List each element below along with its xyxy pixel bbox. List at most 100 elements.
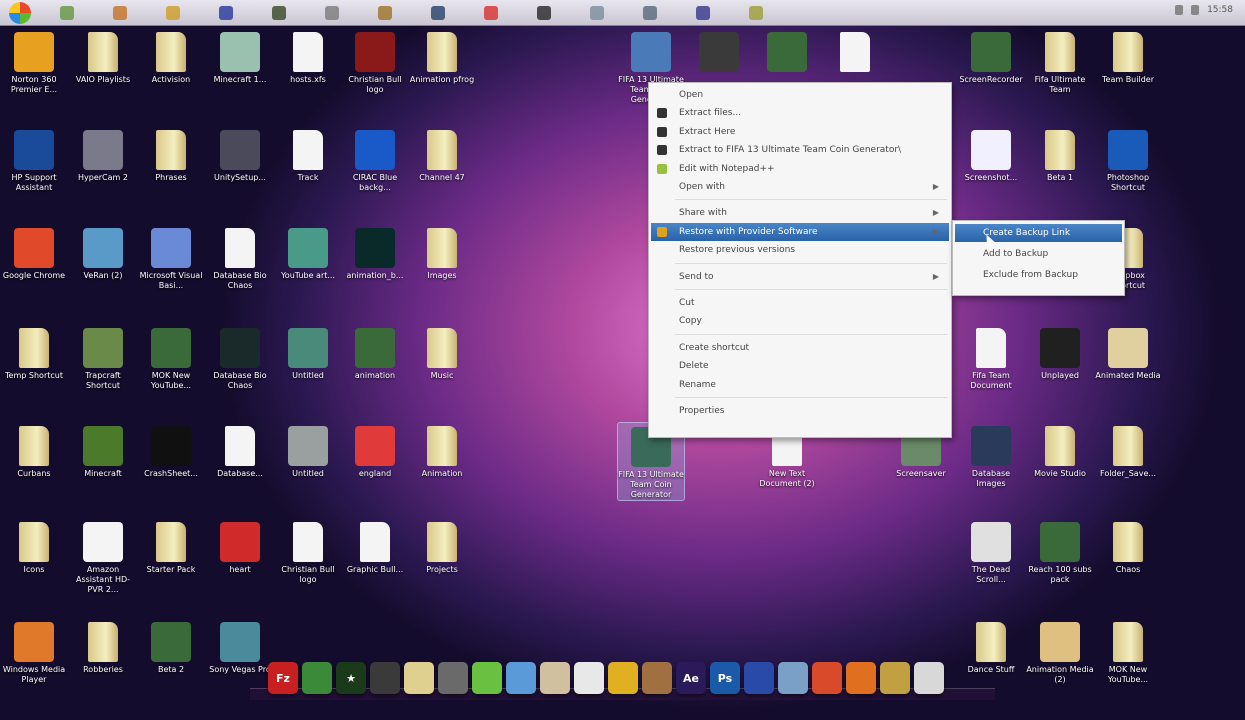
desktop-icon[interactable]: Movie Studio <box>1026 426 1094 479</box>
context-menu-item[interactable]: Restore with Provider Software ▶ <box>651 222 949 241</box>
desktop-icon[interactable]: Screenshot... <box>957 130 1025 183</box>
desktop-icon[interactable]: Temp Shortcut <box>0 328 68 381</box>
submenu-item[interactable]: Exclude from Backup <box>955 266 1122 284</box>
context-menu-item[interactable]: Extract files... <box>651 104 949 122</box>
desktop-icon[interactable]: VAIO Playlists <box>69 32 137 85</box>
dock-photoshop-icon[interactable]: Ps <box>710 662 740 694</box>
dock-trash-icon[interactable] <box>914 662 944 694</box>
context-menu-item[interactable]: Cut <box>651 294 949 312</box>
desktop-icon[interactable]: england <box>341 426 409 479</box>
taskbar-app-icon[interactable] <box>484 5 498 20</box>
desktop-icon[interactable]: Starter Pack <box>137 522 205 575</box>
context-menu-item[interactable]: Open <box>651 86 949 104</box>
desktop-icon[interactable]: The Dead Scroll... <box>957 522 1025 585</box>
desktop-icon[interactable]: Music <box>408 328 476 381</box>
desktop-icon[interactable]: Untitled <box>274 328 342 381</box>
desktop-icon[interactable]: MOK New YouTube... <box>1094 622 1162 685</box>
desktop-icon[interactable]: Track <box>274 130 342 183</box>
dock-safari-icon[interactable] <box>574 662 604 694</box>
taskbar-app-icon[interactable] <box>378 5 392 20</box>
desktop-icon[interactable]: Fifa Team Document <box>957 328 1025 391</box>
taskbar-app-icon[interactable] <box>60 5 74 20</box>
desktop-icon[interactable]: Unplayed <box>1026 328 1094 381</box>
dock-after-effects-icon[interactable]: Ae <box>676 662 706 694</box>
dock-app-yellow-icon[interactable] <box>608 662 638 694</box>
desktop-icon[interactable]: Database Bio Chaos <box>206 228 274 291</box>
dock-folder-icon[interactable] <box>404 662 434 694</box>
desktop-icon[interactable]: Beta 1 <box>1026 130 1094 183</box>
desktop-icon[interactable]: Windows Media Player <box>0 622 68 685</box>
clock[interactable]: 15:58 <box>1207 5 1233 15</box>
desktop-icon[interactable]: Team Builder <box>1094 32 1162 85</box>
desktop-icon[interactable]: Christian Bull logo <box>341 32 409 95</box>
desktop-icon[interactable]: Christian Bull logo <box>274 522 342 585</box>
context-menu-item[interactable]: Extract to FIFA 13 Ultimate Team Coin Ge… <box>651 141 949 159</box>
desktop-icon[interactable]: Beta 2 <box>137 622 205 675</box>
desktop-icon[interactable]: Untitled <box>274 426 342 479</box>
dock-app-tools-icon[interactable] <box>880 662 910 694</box>
context-menu-item[interactable]: Share with ▶ <box>651 204 949 222</box>
start-button[interactable] <box>0 0 40 26</box>
context-menu-item[interactable]: Send to ▶ <box>651 268 949 286</box>
desktop-icon[interactable]: Animation Media (2) <box>1026 622 1094 685</box>
taskbar-app-icon[interactable] <box>325 5 339 20</box>
desktop-icon[interactable]: UnitySetup... <box>206 130 274 183</box>
desktop-icon[interactable]: Phrases <box>137 130 205 183</box>
context-menu-item[interactable]: Restore previous versions <box>651 241 949 259</box>
taskbar-app-icon[interactable] <box>590 5 604 20</box>
dock-app-globe-icon[interactable] <box>744 662 774 694</box>
desktop-icon[interactable]: Minecraft 1... <box>206 32 274 85</box>
taskbar-app-icon[interactable] <box>749 5 763 20</box>
taskbar-app-icon[interactable] <box>643 5 657 20</box>
volume-icon[interactable] <box>1175 5 1184 15</box>
desktop-icon[interactable]: Graphic Bull... <box>341 522 409 575</box>
dock-app-blue-icon[interactable] <box>506 662 536 694</box>
desktop-icon[interactable]: Robberies <box>69 622 137 675</box>
dock-app-gray-icon[interactable] <box>438 662 468 694</box>
desktop-icon[interactable]: Animation <box>408 426 476 479</box>
dock-app-green-icon[interactable] <box>302 662 332 694</box>
desktop-icon[interactable]: Chaos <box>1094 522 1162 575</box>
desktop-icon[interactable]: Animation pfrog <box>408 32 476 85</box>
desktop-icon[interactable]: heart <box>206 522 274 575</box>
desktop-icon[interactable]: Database... <box>206 426 274 479</box>
context-menu-item[interactable]: Extract Here <box>651 123 949 141</box>
desktop-icon[interactable]: CrashSheet... <box>137 426 205 479</box>
desktop-icon[interactable]: Fifa Ultimate Team <box>1026 32 1094 95</box>
taskbar-app-icon[interactable] <box>166 5 180 20</box>
desktop-icon[interactable] <box>753 32 821 75</box>
network-icon[interactable] <box>1191 5 1200 15</box>
desktop-icon[interactable]: VeRan (2) <box>69 228 137 281</box>
desktop-icon[interactable]: animation_b... <box>341 228 409 281</box>
desktop-icon[interactable]: Google Chrome <box>0 228 68 281</box>
dock-app-photo-icon[interactable] <box>540 662 570 694</box>
desktop-icon[interactable] <box>821 32 889 75</box>
desktop-icon[interactable]: Minecraft <box>69 426 137 479</box>
desktop-icon[interactable]: Trapcraft Shortcut <box>69 328 137 391</box>
desktop-icon[interactable]: Channel 47 <box>408 130 476 183</box>
desktop-icon[interactable]: Curbans <box>0 426 68 479</box>
context-menu-item[interactable]: Delete <box>651 357 949 375</box>
desktop-icon[interactable]: Amazon Assistant HD-PVR 2... <box>69 522 137 595</box>
context-menu-item[interactable]: Edit with Notepad++ <box>651 160 949 178</box>
taskbar-app-icon[interactable] <box>696 5 710 20</box>
desktop-icon[interactable]: animation <box>341 328 409 381</box>
context-menu-item[interactable]: Create shortcut <box>651 339 949 357</box>
taskbar-app-icon[interactable] <box>113 5 127 20</box>
desktop-icon[interactable]: Activision <box>137 32 205 85</box>
desktop-icon[interactable]: YouTube art... <box>274 228 342 281</box>
dock-firefox-icon[interactable] <box>846 662 876 694</box>
desktop-icon[interactable]: Projects <box>408 522 476 575</box>
dock-steam-icon[interactable] <box>370 662 400 694</box>
taskbar-app-icon[interactable] <box>431 5 445 20</box>
desktop-icon[interactable]: MOK New YouTube... <box>137 328 205 391</box>
context-menu-item[interactable]: Open with ▶ <box>651 178 949 196</box>
desktop-icon[interactable]: Reach 100 subs pack <box>1026 522 1094 585</box>
submenu-item[interactable]: Add to Backup <box>955 245 1122 263</box>
taskbar-app-icon[interactable] <box>272 5 286 20</box>
desktop-icon[interactable]: CIRAC Blue backg... <box>341 130 409 193</box>
context-menu-item[interactable]: Rename <box>651 376 949 394</box>
dock-android-icon[interactable] <box>472 662 502 694</box>
context-menu-item[interactable]: Properties <box>651 402 949 420</box>
dock-app-network-icon[interactable] <box>778 662 808 694</box>
